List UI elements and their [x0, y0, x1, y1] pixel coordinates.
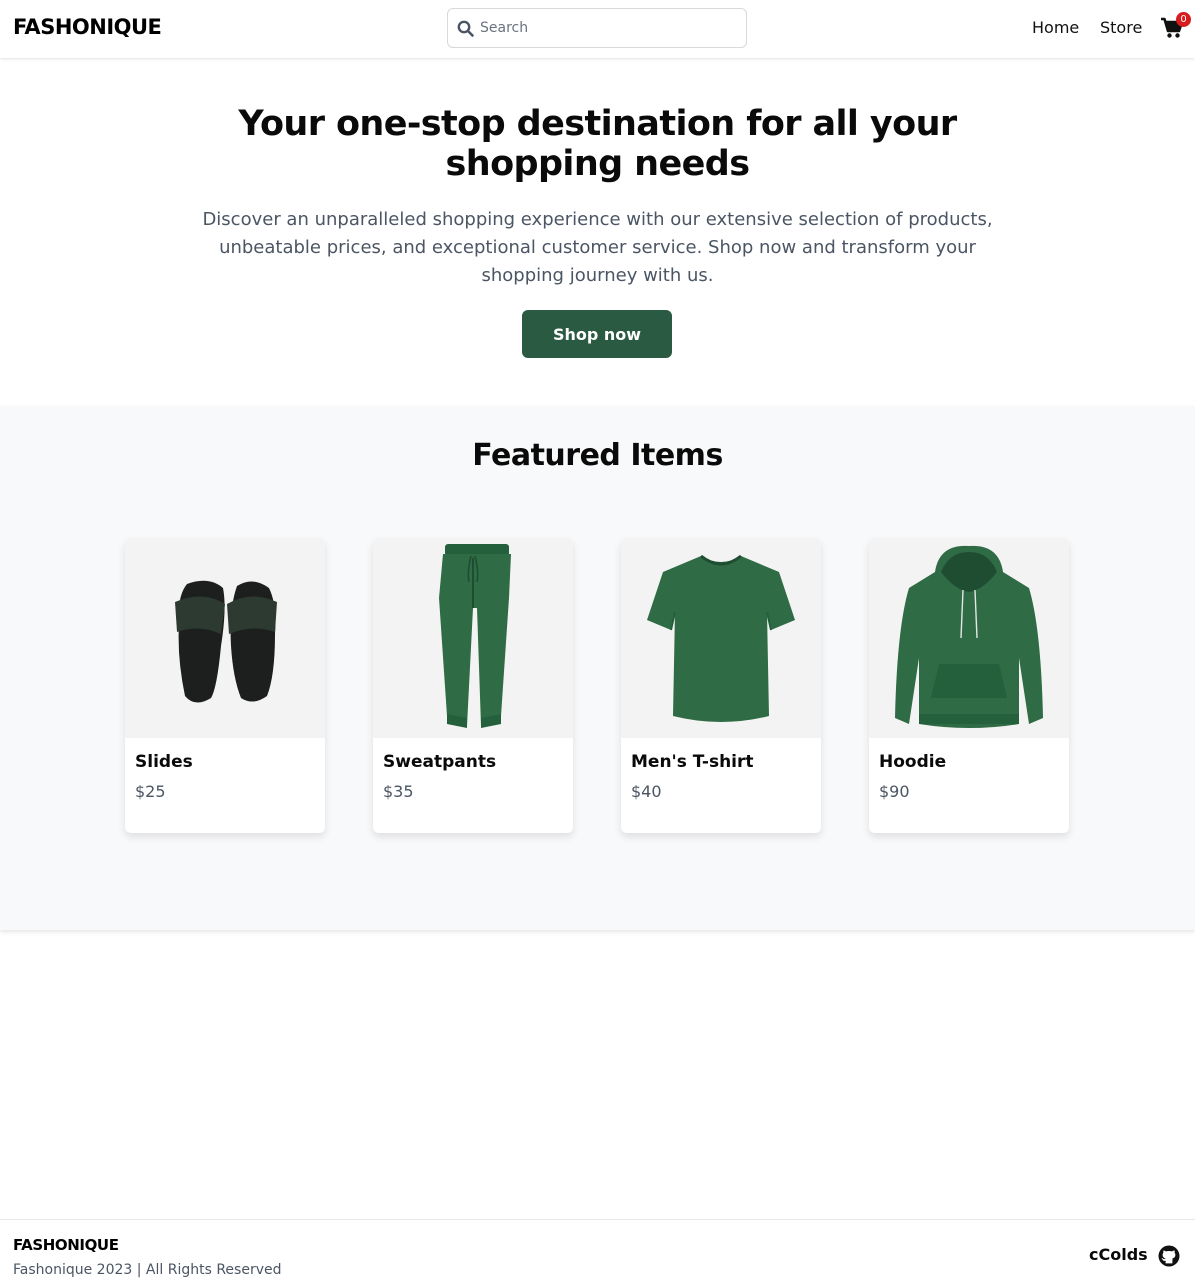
featured-section: Featured Items Slides $25 Sweatpants $35… [0, 406, 1195, 930]
product-price: $35 [383, 782, 414, 801]
product-price: $40 [631, 782, 662, 801]
product-card-slides[interactable]: Slides $25 [125, 538, 325, 833]
search-bar[interactable] [447, 8, 747, 48]
search-input[interactable] [480, 9, 740, 47]
site-header: FASHONIQUE Home Store 0 [0, 0, 1195, 58]
product-card-hoodie[interactable]: Hoodie $90 [869, 538, 1069, 833]
product-name: Hoodie [879, 752, 947, 772]
footer-logo: FASHONIQUE [13, 1236, 119, 1254]
product-name: Men's T-shirt [631, 752, 754, 772]
author-link[interactable]: cColds [1089, 1245, 1148, 1264]
tshirt-image [621, 538, 821, 738]
nav-home-link[interactable]: Home [1032, 18, 1079, 37]
product-card-tshirt[interactable]: Men's T-shirt $40 [621, 538, 821, 833]
featured-title: Featured Items [472, 438, 723, 473]
product-card-sweatpants[interactable]: Sweatpants $35 [373, 538, 573, 833]
product-name: Slides [135, 752, 193, 772]
hoodie-image [869, 538, 1069, 738]
shop-now-button[interactable]: Shop now [522, 310, 672, 358]
site-footer: FASHONIQUE Fashonique 2023 | All Rights … [0, 1219, 1195, 1287]
hero-title: Your one-stop destination for all your s… [238, 104, 957, 184]
github-icon[interactable] [1158, 1245, 1180, 1267]
sweatpants-image [373, 538, 573, 738]
nav-store-link[interactable]: Store [1100, 18, 1142, 37]
product-price: $90 [879, 782, 910, 801]
product-name: Sweatpants [383, 752, 497, 772]
brand-logo[interactable]: FASHONIQUE [13, 15, 162, 39]
slides-image [125, 538, 325, 738]
product-price: $25 [135, 782, 166, 801]
footer-copyright: Fashonique 2023 | All Rights Reserved [13, 1262, 282, 1278]
hero-description: Discover an unparalleled shopping experi… [202, 209, 993, 286]
search-icon [457, 20, 474, 37]
cart-count-badge: 0 [1176, 12, 1191, 27]
